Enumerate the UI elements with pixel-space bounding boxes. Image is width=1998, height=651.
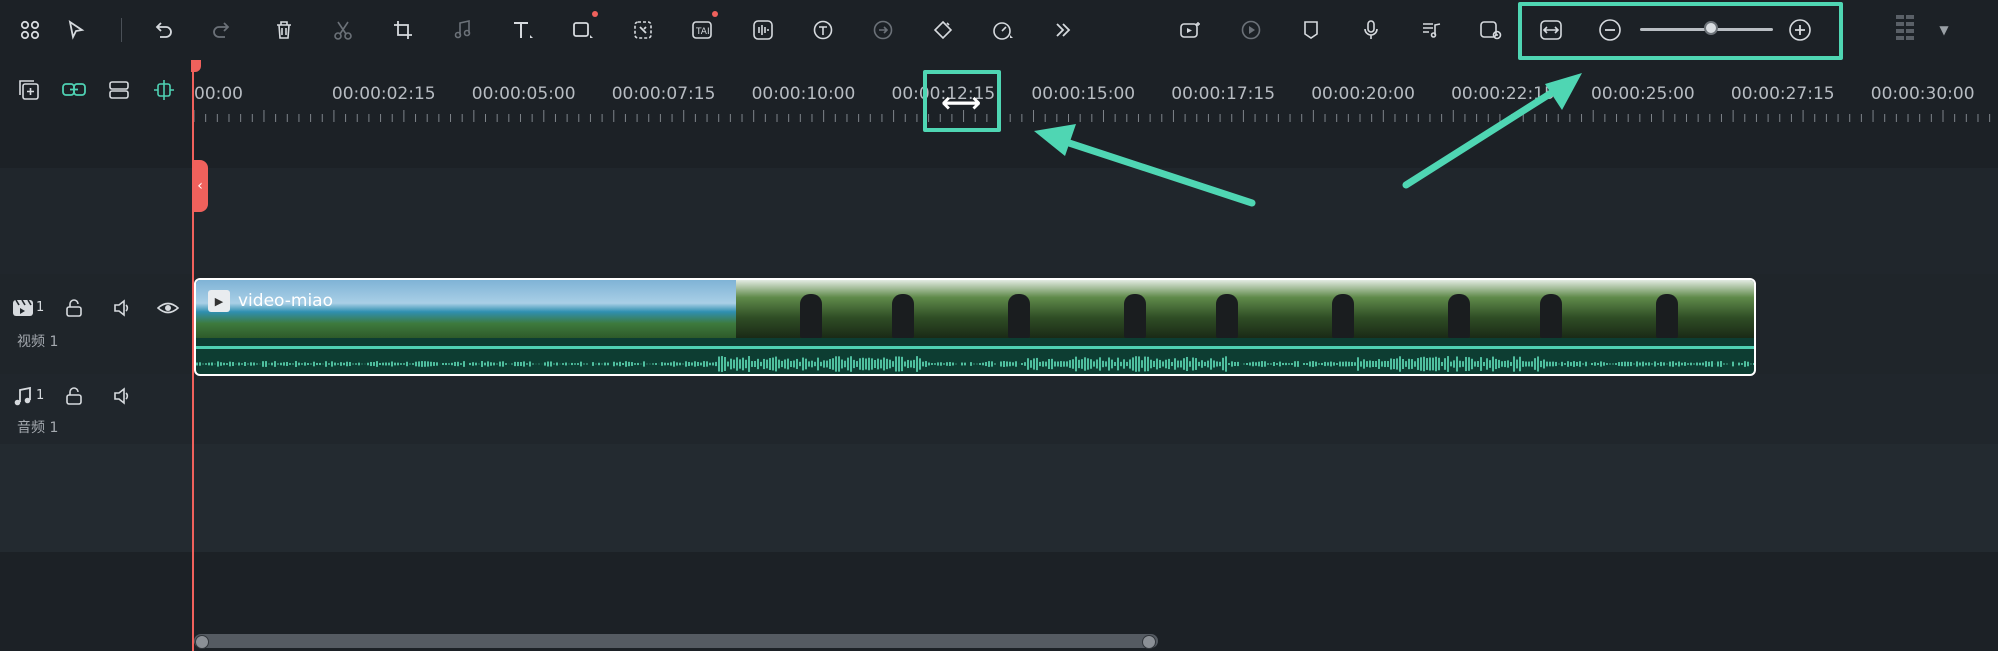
arrow-to-ruler — [1056, 136, 1256, 207]
arrow-head-ruler-icon — [1034, 124, 1076, 156]
arrow-to-zoom — [1402, 86, 1560, 189]
arrow-head-zoom-icon — [1545, 73, 1582, 110]
annotation-arrows — [1034, 73, 1582, 207]
